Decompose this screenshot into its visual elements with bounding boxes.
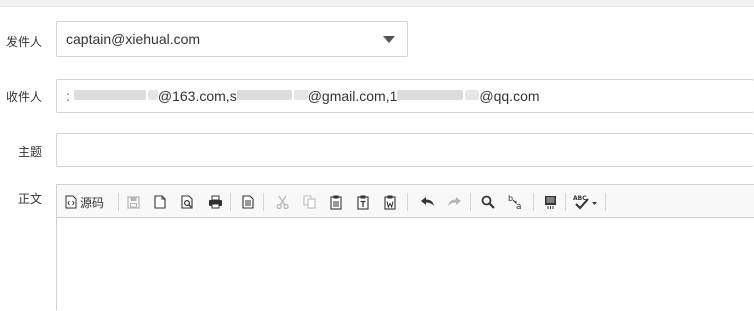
source-label: 源码 xyxy=(80,195,105,210)
new-page-icon xyxy=(154,195,166,209)
recipient-part-2: @gmail.com,1 xyxy=(307,88,398,104)
body-label: 正文 xyxy=(18,192,43,206)
toolbar-separator xyxy=(533,193,534,211)
select-all-button[interactable] xyxy=(542,192,558,212)
replace-icon: ba xyxy=(508,194,524,210)
redacted-block xyxy=(236,90,292,100)
recipient-part-3: @qq.com xyxy=(479,88,540,104)
svg-text:a: a xyxy=(516,202,522,210)
print-button[interactable] xyxy=(206,192,224,212)
sender-value: captain@xiehual.com xyxy=(66,31,201,47)
paste-icon xyxy=(330,195,342,210)
svg-text:b: b xyxy=(508,194,513,203)
preview-button[interactable] xyxy=(179,192,195,212)
paste-word-button[interactable] xyxy=(382,192,398,212)
toolbar-separator xyxy=(230,193,231,211)
find-button[interactable] xyxy=(480,192,496,212)
editor-toolbar: 源码 b a ABC xyxy=(57,185,754,218)
toolbar-separator xyxy=(565,193,566,211)
toolbar-separator xyxy=(118,193,119,211)
save-icon xyxy=(126,195,140,209)
redo-icon xyxy=(447,196,462,208)
recipient-value: : @163.com,s @gmail.com,1 @qq.com xyxy=(66,88,540,104)
toolbar-separator xyxy=(407,193,408,211)
select-all-icon xyxy=(544,195,557,210)
redacted-block xyxy=(73,90,146,100)
spellcheck-button[interactable]: ABC xyxy=(572,192,600,212)
find-icon xyxy=(481,195,495,209)
paste-text-button[interactable] xyxy=(355,192,371,212)
source-icon xyxy=(65,195,77,209)
recipient-label: 收件人 xyxy=(6,90,43,104)
redacted-block xyxy=(147,90,158,100)
sender-label: 发件人 xyxy=(6,35,43,49)
redacted-block xyxy=(293,90,308,100)
paste-button[interactable] xyxy=(328,192,344,212)
undo-button[interactable] xyxy=(418,192,436,212)
paste-text-icon xyxy=(357,195,369,210)
preview-icon xyxy=(180,195,194,209)
copy-icon xyxy=(303,195,316,209)
toolbar-separator xyxy=(605,193,606,211)
print-icon xyxy=(208,195,223,209)
source-button[interactable]: 源码 xyxy=(65,192,111,212)
chevron-down-icon[interactable] xyxy=(383,36,395,43)
toolbar-separator xyxy=(263,193,264,211)
top-bar xyxy=(0,0,754,7)
editor-content-area[interactable] xyxy=(57,218,754,311)
replace-button[interactable]: ba xyxy=(507,192,525,212)
save-button[interactable] xyxy=(125,192,141,212)
redacted-block xyxy=(465,90,480,100)
subject-label: 主题 xyxy=(18,145,43,159)
new-page-button[interactable] xyxy=(152,192,168,212)
templates-button[interactable] xyxy=(240,192,256,212)
copy-button[interactable] xyxy=(301,192,317,212)
cut-button[interactable] xyxy=(274,192,290,212)
paste-word-icon xyxy=(384,195,396,210)
rich-text-editor: 源码 b a ABC xyxy=(56,184,754,311)
sender-select[interactable]: captain@xiehual.com xyxy=(56,21,408,57)
recipient-part-1: @163.com,s xyxy=(157,88,237,104)
spellcheck-icon: ABC xyxy=(573,194,599,210)
subject-input[interactable] xyxy=(56,133,754,167)
redacted-block xyxy=(397,90,464,100)
redo-button[interactable] xyxy=(445,192,463,212)
cut-icon xyxy=(275,195,289,209)
undo-icon xyxy=(420,196,435,208)
toolbar-separator xyxy=(470,193,471,211)
recipient-input[interactable]: : @163.com,s @gmail.com,1 @qq.com xyxy=(56,79,754,113)
templates-icon xyxy=(242,195,254,209)
